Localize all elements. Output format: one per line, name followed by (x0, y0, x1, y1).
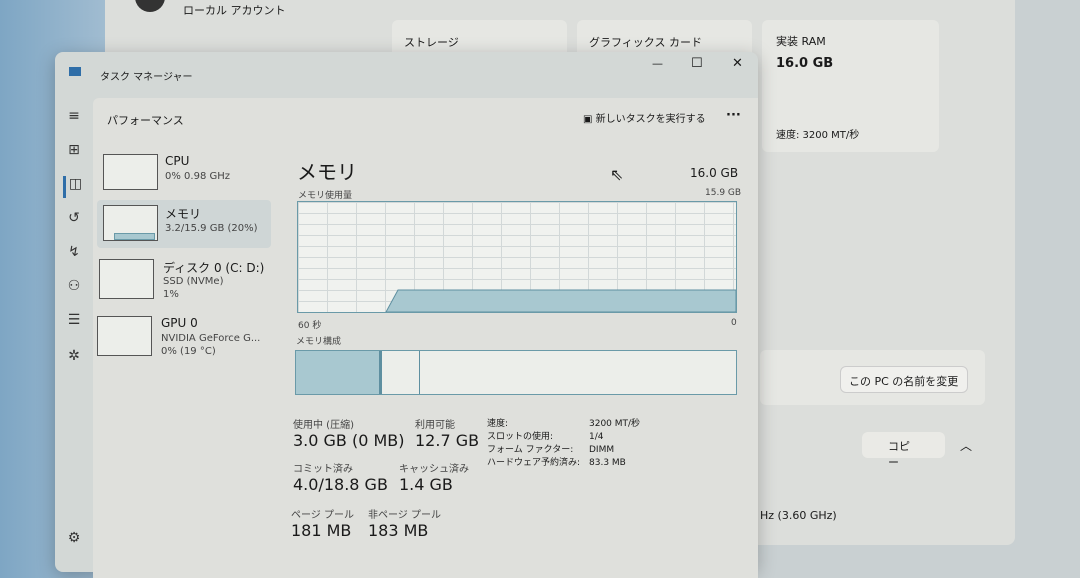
detail-value: DIMM (589, 445, 615, 455)
stat-label: 利用可能 (415, 420, 455, 431)
device-detail: 0% 0.98 GHz (165, 171, 231, 182)
stat-label: 使用中 (圧縮) (293, 420, 354, 431)
stat-available: 利用可能 12.7 GB (415, 416, 479, 450)
stat-value: 4.0/18.8 GB (293, 475, 388, 494)
account-label: ローカル アカウント (183, 4, 286, 17)
memory-heading: メモリ (297, 160, 357, 184)
detail-row: 速度: 3200 MT/秒 (487, 418, 640, 431)
avatar (135, 0, 165, 12)
stat-nonpaged-pool: 非ページ プール 183 MB (368, 506, 441, 540)
device-name: ディスク 0 (C: D:) (163, 261, 265, 275)
device-item-cpu[interactable]: CPU 0% 0.98 GHz (101, 154, 271, 198)
stat-value: 12.7 GB (415, 431, 480, 450)
ram-value: 16.0 GB (776, 56, 834, 71)
stat-value: 183 MB (368, 521, 429, 540)
more-options-button[interactable]: ··· (726, 108, 741, 123)
run-task-label: 新しいタスクを実行する (595, 114, 706, 125)
stat-paged-pool: ページ プール 181 MB (291, 506, 354, 540)
detail-value: 83.3 MB (589, 458, 626, 468)
ram-speed: 速度: 3200 MT/秒 (776, 130, 860, 141)
memory-total: 16.0 GB (690, 166, 739, 180)
startup-apps-icon[interactable]: ↯ (63, 244, 85, 266)
app-history-icon[interactable]: ↺ (63, 210, 85, 232)
copy-button[interactable]: コピー (862, 432, 945, 469)
detail-value: 3200 MT/秒 (589, 419, 641, 429)
services-icon[interactable]: ✲ (63, 348, 85, 370)
stat-label: キャッシュ済み (399, 464, 469, 475)
device-name: CPU (165, 154, 190, 168)
detail-label: 速度: (487, 419, 509, 429)
stat-label: 非ページ プール (368, 510, 441, 521)
processes-icon[interactable]: ⊞ (63, 142, 85, 164)
page-title: パフォーマンス (107, 114, 184, 127)
standby-segment (385, 351, 420, 394)
in-use-segment (296, 351, 382, 394)
detail-row: スロットの使用: 1/4 (487, 431, 640, 444)
run-task-icon: ▣ (583, 114, 596, 125)
device-detail: SSD (NVMe) (163, 276, 224, 287)
detail-label: ハードウェア予約済み: (487, 458, 581, 468)
usage-area (385, 289, 736, 312)
detail-row: フォーム ファクター: DIMM (487, 444, 640, 457)
time-left: 60 秒 (298, 321, 322, 331)
stat-in-use: 使用中 (圧縮) 3.0 GB (0 MB) (293, 416, 405, 450)
detail-value: 1/4 (589, 432, 604, 442)
stat-value: 1.4 GB (399, 475, 453, 494)
app-icon (69, 67, 81, 76)
memory-details: 速度: 3200 MT/秒 スロットの使用: 1/4 フォーム ファクター: DIMM… (487, 418, 640, 470)
cpu-thumbnail (103, 154, 158, 190)
detail-label: スロットの使用: (487, 432, 554, 442)
stat-label: コミット済み (293, 464, 353, 475)
storage-label: ストレージ (404, 36, 459, 49)
device-detail: 1% (163, 289, 179, 300)
rename-button[interactable]: この PC の名前を変更 (840, 366, 968, 393)
performance-panel: パフォーマンス ▣ 新しいタスクを実行する ··· CPU 0% 0.98 GH… (93, 98, 758, 578)
cpu-frequency: Hz (3.60 GHz) (760, 509, 837, 522)
memory-usage-graph (297, 201, 737, 313)
device-item-disk[interactable]: ディスク 0 (C: D:) SSD (NVMe) 1% (99, 259, 271, 303)
mouse-cursor-icon: ⇖ (610, 165, 624, 184)
device-item-memory[interactable]: メモリ 3.2/15.9 GB (20%) (97, 200, 271, 248)
device-name: GPU 0 (161, 316, 198, 330)
users-icon[interactable]: ⚇ (63, 278, 85, 300)
device-detail: 3.2/15.9 GB (20%) (165, 223, 258, 234)
disk-thumbnail (99, 259, 154, 299)
task-manager-window: タスク マネージャー — ☐ ✕ ≡ ⊞ ◫ ↺ ↯ ⚇ ☰ ✲ ⚙ パフォーマ… (55, 52, 758, 578)
time-right: 0 (731, 318, 737, 328)
usage-max: 15.9 GB (705, 188, 742, 198)
stat-cached: キャッシュ済み 1.4 GB (399, 460, 469, 494)
performance-icon[interactable]: ◫ (63, 176, 85, 198)
composition-label: メモリ構成 (296, 337, 342, 347)
maximize-button[interactable]: ☐ (691, 56, 703, 71)
memory-composition-bar (295, 350, 737, 395)
memory-thumbnail (103, 205, 158, 241)
ram-card: 実装 RAM 16.0 GB 速度: 3200 MT/秒 (762, 20, 939, 152)
stat-value: 3.0 GB (0 MB) (293, 431, 405, 450)
run-new-task-button[interactable]: ▣ 新しいタスクを実行する (583, 110, 706, 125)
device-name: メモリ (165, 207, 202, 221)
device-detail: NVIDIA GeForce G... (161, 333, 261, 344)
minimize-button[interactable]: — (652, 57, 663, 70)
usage-label: メモリ使用量 (298, 191, 353, 201)
device-item-gpu[interactable]: GPU 0 NVIDIA GeForce G... 0% (19 °C) (97, 316, 271, 360)
stat-value: 181 MB (291, 521, 352, 540)
gpu-thumbnail (97, 316, 152, 356)
window-title: タスク マネージャー (100, 72, 193, 83)
close-button[interactable]: ✕ (732, 56, 743, 71)
settings-gear-icon[interactable]: ⚙ (63, 530, 85, 552)
hamburger-menu-icon[interactable]: ≡ (63, 108, 85, 130)
details-icon[interactable]: ☰ (63, 312, 85, 334)
device-detail: 0% (19 °C) (161, 346, 216, 357)
stat-committed: コミット済み 4.0/18.8 GB (293, 460, 388, 494)
ram-label: 実装 RAM (776, 35, 826, 48)
detail-row: ハードウェア予約済み: 83.3 MB (487, 457, 640, 470)
graphics-label: グラフィックス カード (589, 36, 702, 49)
chevron-up-icon[interactable]: ︿ (960, 437, 972, 454)
detail-label: フォーム ファクター: (487, 445, 574, 455)
stat-label: ページ プール (291, 510, 354, 521)
